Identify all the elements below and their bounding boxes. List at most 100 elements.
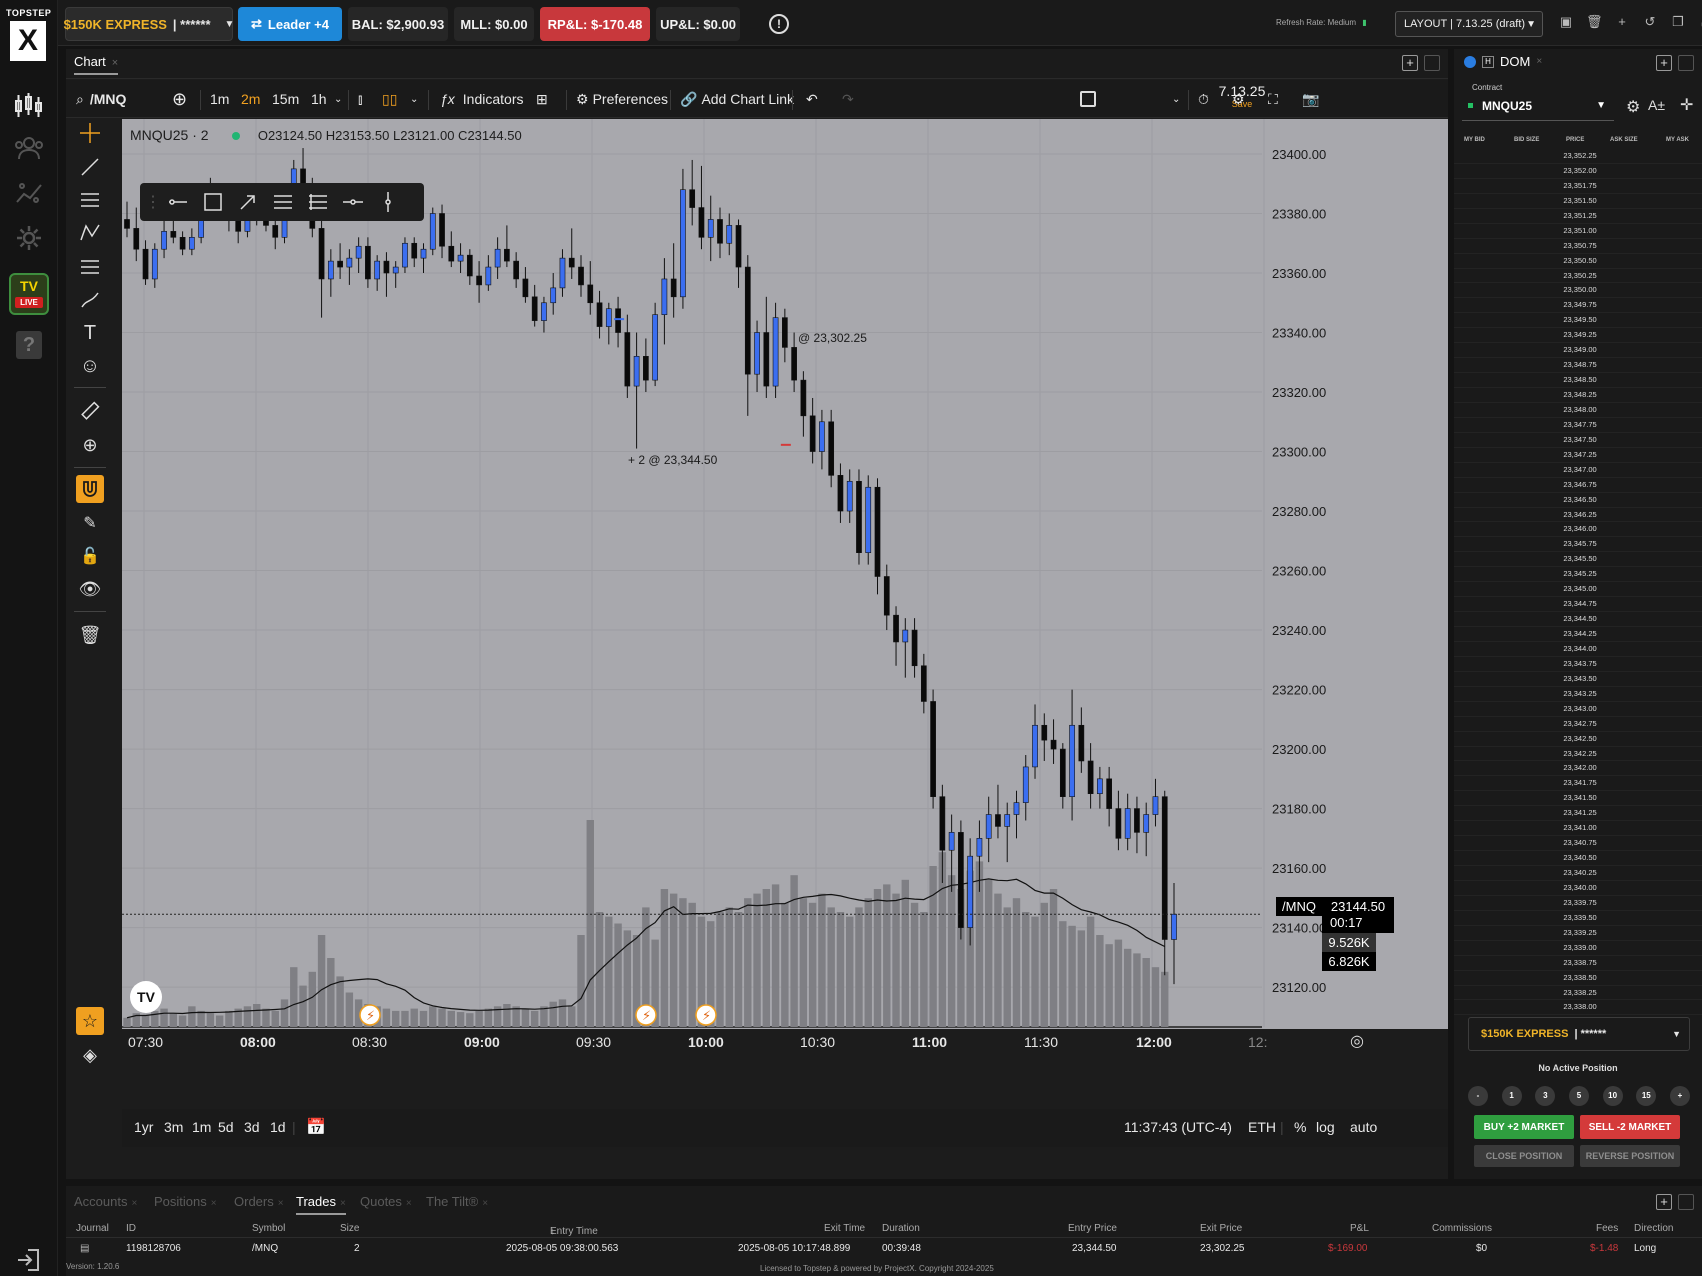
dom-price-row[interactable]: 23,339.50 [1454, 911, 1702, 926]
horizontal-ray-icon[interactable] [160, 183, 195, 221]
lock-icon[interactable]: 🔓 [76, 542, 104, 570]
dom-price-row[interactable]: 23,344.75 [1454, 597, 1702, 613]
brush-icon[interactable] [76, 286, 104, 314]
chevron-down-icon[interactable]: ⌄ [1172, 80, 1180, 118]
topstepx-logo[interactable]: TOPSTEP X [6, 8, 51, 70]
dom-price-row[interactable]: 23,349.25 [1454, 328, 1702, 344]
range-1m[interactable]: 1m [192, 1119, 211, 1135]
dom-price-row[interactable]: 23,344.00 [1454, 642, 1702, 657]
symbol-search[interactable]: ⌕ /MNQ [76, 80, 126, 118]
dom-price-row[interactable]: 23,347.25 [1454, 448, 1702, 463]
trading-chart-icon[interactable] [9, 85, 49, 125]
range-5d[interactable]: 5d [218, 1119, 234, 1135]
percent-scale-toggle[interactable]: % [1294, 1119, 1306, 1135]
dom-price-row[interactable]: 23,345.00 [1454, 582, 1702, 598]
tab-accounts[interactable]: Accounts × [74, 1194, 137, 1209]
dom-price-row[interactable]: 23,348.75 [1454, 358, 1702, 374]
sell-market-button[interactable]: SELL -2 MARKET [1580, 1115, 1680, 1139]
log-scale-toggle[interactable]: log [1316, 1119, 1335, 1135]
auto-scale-toggle[interactable]: auto [1350, 1119, 1377, 1135]
dom-price-row[interactable]: 23,339.75 [1454, 896, 1702, 911]
qty-5-button[interactable]: 5 [1568, 1086, 1589, 1106]
vertical-line-icon[interactable] [370, 183, 405, 221]
dom-price-row[interactable]: 23,341.75 [1454, 776, 1702, 792]
dom-price-row[interactable]: 23,350.25 [1454, 269, 1702, 284]
dom-price-row[interactable]: 23,341.50 [1454, 791, 1702, 807]
compare-symbol-icon[interactable]: ⊕ [172, 80, 187, 118]
save-icon[interactable]: ▣ [1558, 14, 1574, 30]
dom-price-row[interactable]: 23,351.75 [1454, 179, 1702, 194]
pattern-icon[interactable] [76, 219, 104, 247]
fullscreen-icon[interactable]: ⛶ [1268, 80, 1278, 118]
horizontal-line-icon[interactable] [335, 183, 370, 221]
contract-selector[interactable]: MNQU25 ▼ [1462, 91, 1614, 121]
info-icon[interactable]: ! [769, 14, 789, 34]
community-icon[interactable] [9, 128, 49, 168]
timeframe-2m[interactable]: 2m [241, 80, 260, 118]
dom-price-row[interactable]: 23,346.00 [1454, 522, 1702, 538]
dom-price-row[interactable]: 23,348.00 [1454, 403, 1702, 418]
qty-plus-button[interactable]: + [1669, 1086, 1690, 1106]
emoji-icon[interactable]: ☺ [76, 352, 104, 380]
dom-price-row[interactable]: 23,341.25 [1454, 806, 1702, 822]
maximize-panel-icon[interactable] [1678, 1194, 1694, 1210]
tab-orders[interactable]: Orders × [234, 1194, 284, 1209]
dom-price-row[interactable]: 23,350.50 [1454, 254, 1702, 269]
tv-live-button[interactable]: TV LIVE [9, 273, 49, 315]
bar-style-icon[interactable]: ⫾ [358, 80, 362, 118]
range-1yr[interactable]: 1yr [134, 1119, 153, 1135]
dom-price-row[interactable]: 23,342.25 [1454, 747, 1702, 762]
qty-3-button[interactable]: 3 [1535, 1086, 1556, 1106]
dom-price-row[interactable]: 23,339.00 [1454, 941, 1702, 956]
close-position-button[interactable]: CLOSE POSITION [1474, 1145, 1574, 1167]
dom-price-row[interactable]: 23,338.75 [1454, 956, 1702, 971]
parallel-channel-icon[interactable] [265, 183, 300, 221]
dom-price-row[interactable]: 23,347.75 [1454, 418, 1702, 433]
tab-trades[interactable]: Trades × [296, 1194, 346, 1215]
journal-icon[interactable]: ▤ [80, 1243, 89, 1254]
pencil-lock-icon[interactable]: ✎ [76, 509, 104, 537]
dom-price-row[interactable]: 23,338.50 [1454, 971, 1702, 986]
dom-price-row[interactable]: 23,339.25 [1454, 926, 1702, 941]
restore-icon[interactable]: ❐ [1670, 14, 1686, 30]
timeframe-1h[interactable]: 1h [311, 80, 327, 118]
candle-style-icon[interactable]: ▯▯ [382, 80, 397, 118]
dom-price-row[interactable]: 23,348.50 [1454, 373, 1702, 388]
rectangle-icon[interactable] [195, 183, 230, 221]
dom-price-row[interactable]: 23,347.00 [1454, 463, 1702, 478]
fib-retracement-icon[interactable] [300, 183, 335, 221]
drag-handle-icon[interactable]: ⋮ [145, 183, 161, 221]
magnet-icon[interactable] [76, 475, 104, 503]
favorites-star-icon[interactable]: ☆ [76, 1007, 104, 1035]
settings-gear-icon[interactable] [9, 218, 49, 258]
dom-price-row[interactable]: 23,341.00 [1454, 821, 1702, 837]
dom-price-row[interactable]: 23,338.00 [1454, 1000, 1702, 1016]
dom-price-row[interactable]: 23,343.00 [1454, 702, 1702, 717]
dom-price-row[interactable]: 23,342.75 [1454, 717, 1702, 732]
dom-price-row[interactable]: 23,348.25 [1454, 388, 1702, 403]
tradingview-logo[interactable]: TV [130, 981, 162, 1013]
range-3m[interactable]: 3m [164, 1119, 183, 1135]
camera-icon[interactable]: 📷 [1302, 80, 1319, 118]
dom-price-row[interactable]: 23,344.50 [1454, 612, 1702, 627]
candlestick-chart[interactable]: 23400.00 23380.00 23360.00 23340.00 23320.00… [122, 119, 1448, 1109]
dom-price-row[interactable]: 23,343.50 [1454, 672, 1702, 687]
undo-icon[interactable]: ↺ [1642, 14, 1658, 30]
layout-selector[interactable]: LAYOUT | 7.13.25 (draft) ▼ [1395, 11, 1543, 37]
go-to-date-icon[interactable]: 📅 [306, 1117, 326, 1137]
qty-1-button[interactable]: 1 [1501, 1086, 1522, 1106]
session-eth[interactable]: ETH [1248, 1119, 1276, 1135]
crosshair-icon[interactable] [76, 119, 104, 147]
ruler-icon[interactable] [76, 397, 104, 425]
tab-dom[interactable]: H DOM × [1464, 54, 1542, 69]
dom-price-row[interactable]: 23,345.25 [1454, 567, 1702, 583]
dom-settings-icon[interactable]: ⚙ [1626, 97, 1640, 117]
dom-price-row[interactable]: 23,351.50 [1454, 194, 1702, 209]
font-size-icon[interactable]: A± [1648, 97, 1665, 113]
trash-icon[interactable]: 🗑 [1586, 14, 1603, 30]
undo-icon[interactable]: ↶ [806, 80, 818, 118]
clock-readout[interactable]: 11:37:43 (UTC-4) [1124, 1119, 1232, 1135]
dom-price-row[interactable]: 23,340.25 [1454, 866, 1702, 881]
trash-icon[interactable]: 🗑 [76, 621, 104, 649]
indicators-button[interactable]: ƒx Indicators [440, 80, 524, 118]
